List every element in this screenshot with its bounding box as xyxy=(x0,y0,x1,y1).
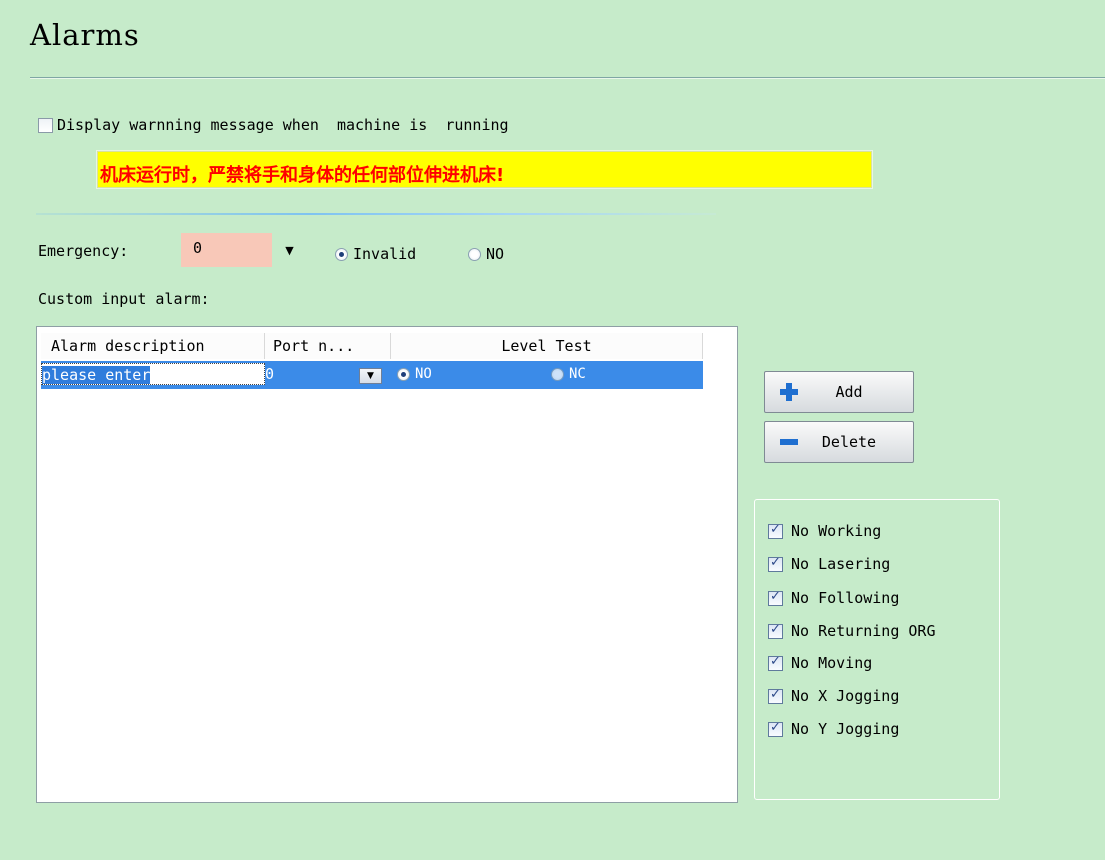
port-dropdown-button[interactable]: ▼ xyxy=(359,368,382,384)
level-no-radio[interactable] xyxy=(397,367,410,381)
restrictions-group xyxy=(754,499,1000,800)
display-warning-row[interactable]: Display warnning message when machine is… xyxy=(38,116,509,134)
alarm-description-value: please enter xyxy=(42,366,151,384)
warning-message-text: 机床运行时，严禁将手和身体的任何部位伸进机床! xyxy=(100,165,505,186)
no-x-jogging-checkbox[interactable] xyxy=(768,687,783,704)
emergency-no-label: NO xyxy=(486,245,505,263)
column-header-alarm-description[interactable]: Alarm description xyxy=(41,333,265,359)
column-header-port[interactable]: Port n... xyxy=(265,333,391,359)
emergency-no-radio[interactable] xyxy=(468,247,481,261)
chevron-down-icon[interactable]: ▼ xyxy=(272,233,307,267)
delete-button-label: Delete xyxy=(821,433,877,451)
level-no-radio-row[interactable]: NO xyxy=(397,366,432,382)
option-no-y-jogging[interactable]: No Y Jogging xyxy=(768,720,899,738)
no-y-jogging-checkbox[interactable] xyxy=(768,720,783,737)
add-button[interactable]: Add xyxy=(764,371,914,413)
emergency-select-value[interactable]: 0 xyxy=(181,233,272,267)
emergency-label: Emergency: xyxy=(38,242,129,260)
no-following-label: No Following xyxy=(791,589,900,607)
no-following-checkbox[interactable] xyxy=(768,589,783,606)
emergency-invalid-label: Invalid xyxy=(353,245,417,263)
table-row[interactable]: please enter 0 ▼ NO NC xyxy=(41,361,703,389)
no-returning-org-checkbox[interactable] xyxy=(768,622,783,639)
option-no-lasering[interactable]: No Lasering xyxy=(768,555,890,573)
no-lasering-label: No Lasering xyxy=(791,555,891,573)
emergency-no-radio-row[interactable]: NO xyxy=(468,245,504,263)
display-warning-label: Display warnning message when machine is… xyxy=(57,116,509,134)
option-no-x-jogging[interactable]: No X Jogging xyxy=(768,687,899,705)
no-moving-checkbox[interactable] xyxy=(768,654,783,671)
option-no-following[interactable]: No Following xyxy=(768,589,899,607)
level-no-label: NO xyxy=(415,366,432,382)
minus-icon xyxy=(773,432,805,452)
column-header-level-test[interactable]: Level Test xyxy=(391,333,703,359)
no-working-label: No Working xyxy=(791,522,882,540)
plus-icon xyxy=(773,382,805,402)
port-value: 0 xyxy=(265,365,275,383)
level-nc-label: NC xyxy=(569,366,586,382)
no-lasering-checkbox[interactable] xyxy=(768,555,783,572)
level-nc-radio-row[interactable]: NC xyxy=(551,366,586,382)
no-y-jogging-label: No Y Jogging xyxy=(791,720,900,738)
option-no-returning-org[interactable]: No Returning ORG xyxy=(768,622,936,640)
no-working-checkbox[interactable] xyxy=(768,522,783,539)
option-no-moving[interactable]: No Moving xyxy=(768,654,872,672)
no-returning-org-label: No Returning ORG xyxy=(791,622,936,640)
title-divider-highlight xyxy=(30,78,1105,79)
emergency-invalid-radio-row[interactable]: Invalid xyxy=(335,245,416,263)
emergency-invalid-radio[interactable] xyxy=(335,247,348,261)
section-separator xyxy=(36,213,716,215)
display-warning-checkbox[interactable] xyxy=(38,117,53,133)
delete-button[interactable]: Delete xyxy=(764,421,914,463)
no-moving-label: No Moving xyxy=(791,654,873,672)
alarm-description-input[interactable]: please enter xyxy=(41,363,265,385)
option-no-working[interactable]: No Working xyxy=(768,522,881,540)
emergency-select[interactable]: 0 ▼ xyxy=(181,233,307,267)
no-x-jogging-label: No X Jogging xyxy=(791,687,900,705)
add-button-label: Add xyxy=(835,383,863,401)
custom-input-alarm-label: Custom input alarm: xyxy=(38,290,210,308)
page-title: Alarms xyxy=(30,18,140,52)
level-nc-radio[interactable] xyxy=(551,367,564,381)
custom-alarm-table[interactable]: Alarm description Port n... Level Test p… xyxy=(36,326,738,803)
